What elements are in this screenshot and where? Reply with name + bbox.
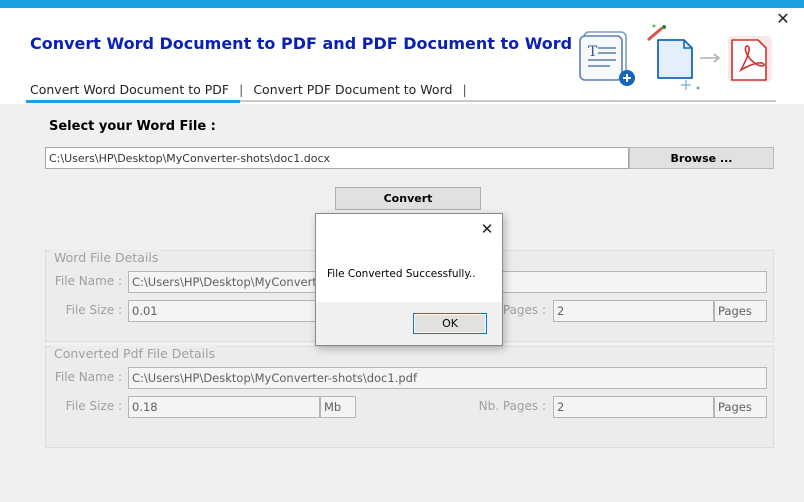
conversion-illustration: T bbox=[579, 24, 772, 90]
pdf-icon bbox=[728, 36, 772, 82]
ok-button[interactable]: OK bbox=[413, 313, 487, 334]
dialog-close-icon[interactable]: ✕ bbox=[478, 220, 496, 238]
success-dialog: ✕ File Converted Successfully.. OK bbox=[315, 213, 503, 346]
word-pages-unit: Pages bbox=[714, 300, 767, 322]
file-icon bbox=[657, 39, 693, 79]
pdf-pages-unit: Pages bbox=[714, 396, 767, 418]
svg-text:T: T bbox=[588, 44, 598, 60]
tab-bar: Convert Word Document to PDF | Convert P… bbox=[26, 78, 473, 100]
word-document-icon: T bbox=[579, 31, 627, 81]
dialog-message: File Converted Successfully.. bbox=[327, 268, 476, 280]
browse-button[interactable]: Browse ... bbox=[629, 147, 774, 169]
add-icon bbox=[619, 70, 635, 86]
magic-wand-icon bbox=[647, 24, 666, 42]
pdf-file-size-field: 0.18 bbox=[128, 396, 320, 418]
pdf-pages-label: Nb. Pages : bbox=[478, 399, 546, 413]
pdf-pages-field: 2 bbox=[553, 396, 714, 418]
active-tab-indicator bbox=[26, 100, 240, 103]
arrow-right-icon bbox=[700, 53, 721, 63]
word-file-name-label: File Name : bbox=[54, 274, 122, 288]
select-file-label: Select your Word File : bbox=[49, 119, 216, 134]
sparkle-icon bbox=[681, 80, 700, 90]
word-file-path-input[interactable] bbox=[45, 147, 629, 169]
dialog-content-area bbox=[316, 214, 502, 302]
tab-separator: | bbox=[462, 81, 467, 97]
window-close-icon[interactable]: ✕ bbox=[774, 10, 792, 28]
pdf-file-size-label: File Size : bbox=[65, 399, 122, 413]
converter-window: Convert Word Document to PDF and PDF Doc… bbox=[0, 0, 804, 502]
tab-separator: | bbox=[239, 81, 244, 97]
page-title: Convert Word Document to PDF and PDF Doc… bbox=[30, 34, 573, 53]
word-file-details-title: Word File Details bbox=[52, 250, 161, 265]
pdf-file-name-label: File Name : bbox=[54, 370, 122, 384]
convert-button[interactable]: Convert bbox=[335, 187, 481, 210]
word-pages-field: 2 bbox=[553, 300, 714, 322]
word-file-size-field: 0.01 bbox=[128, 300, 320, 322]
tab-pdf-to-word[interactable]: Convert PDF Document to Word bbox=[249, 82, 456, 97]
tab-word-to-pdf[interactable]: Convert Word Document to PDF bbox=[26, 82, 233, 97]
pdf-file-name-field: C:\Users\HP\Desktop\MyConverter-shots\do… bbox=[128, 367, 767, 389]
pdf-file-size-unit: Mb bbox=[320, 396, 356, 418]
pdf-file-details-title: Converted Pdf File Details bbox=[52, 346, 218, 361]
window-top-bar bbox=[0, 0, 804, 8]
word-file-size-label: File Size : bbox=[65, 303, 122, 317]
